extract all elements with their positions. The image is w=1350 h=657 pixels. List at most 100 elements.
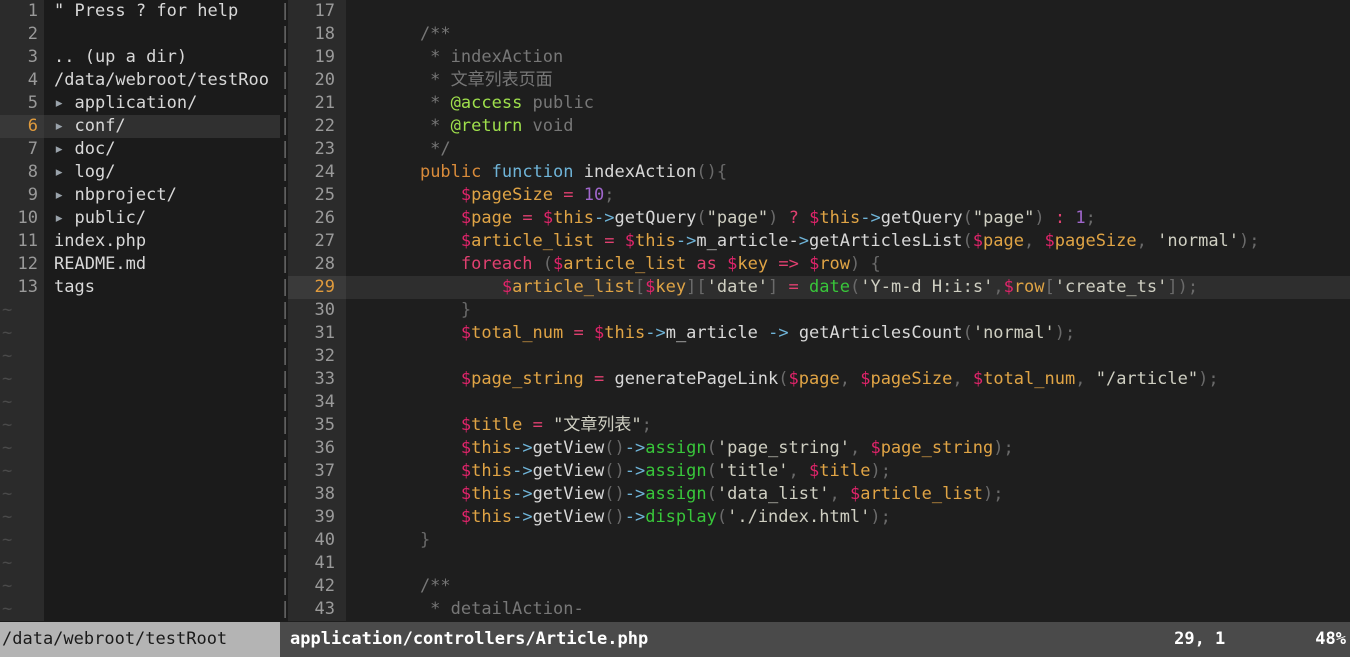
nerdtree-row-dir[interactable]: 6 ▸ conf/ [0,115,280,138]
code-line[interactable]: 30 } [288,299,1350,322]
code-line[interactable]: 22 * @return void [288,115,1350,138]
code-line[interactable]: 39 $this->getView()->display('./index.ht… [288,506,1350,529]
token-op: = [522,208,533,228]
code-line-number: 24 [288,161,346,184]
code-line[interactable]: 41 [288,552,1350,575]
token-punct: ; [1085,208,1096,228]
code-line[interactable]: 24 public function indexAction(){ [288,161,1350,184]
nerdtree-row-dir[interactable]: 10 ▸ public/ [0,207,280,230]
tilde-marker: ~ [0,368,44,391]
code-line[interactable]: 28 foreach ($article_list as $key => $ro… [288,253,1350,276]
token-str: "文章列表" [553,415,642,435]
token-sig: $ [860,369,871,389]
token-op: = [788,277,799,297]
nerdtree-row-file[interactable]: 13 tags [0,276,280,299]
token-sig: $ [501,277,513,297]
token-var: key [655,277,687,297]
code-line[interactable]: 36 $this->getView()->assign('page_string… [288,437,1350,460]
code-line-content: * detailAction- [346,598,584,621]
token-punct: , [993,277,1004,297]
nerdtree-empty-line: ~ [0,529,280,552]
token-str: 'data_list' [716,484,830,504]
code-line[interactable]: 19 * indexAction [288,46,1350,69]
nerdtree-row-help[interactable]: 1 " Press ? for help [0,0,280,23]
code-line[interactable]: 31 $total_num = $this->m_article -> getA… [288,322,1350,345]
code-line[interactable]: 32 [288,345,1350,368]
code-editor-pane[interactable]: 17 18 /** 19 * indexAction 20 * 文章列表页面 21 *… [288,0,1350,622]
token-fn: getQuery [880,208,963,228]
code-line[interactable]: 43 * detailAction- [288,598,1350,621]
token-op: = [532,415,543,435]
token-comment: */ [379,139,451,159]
code-line[interactable]: 23 */ [288,138,1350,161]
nerdtree-row-dir[interactable]: 5 ▸ application/ [0,92,280,115]
code-line[interactable]: 42 /** [288,575,1350,598]
token-fn: getView [532,507,605,527]
token-punct: ); [983,484,1004,504]
separator-glyph: | [280,139,288,159]
tilde-marker: ~ [0,575,44,598]
token-comment: * indexAction [379,47,564,67]
token-punct: (){ [696,162,728,182]
nerdtree-row-file[interactable]: 11 index.php [0,230,280,253]
code-line[interactable]: 25 $pageSize = 10; [288,184,1350,207]
token-op: = [604,231,615,251]
status-nerdtree-path: /data/webroot/testRoot [0,622,280,657]
nerdtree-row-updir[interactable]: 3 .. (up a dir) [0,46,280,69]
nerdtree-row-dir[interactable]: 7 ▸ doc/ [0,138,280,161]
nerdtree-row-root[interactable]: 4/data/webroot/testRoo [0,69,280,92]
nerdtree-row-dir[interactable]: 8 ▸ log/ [0,161,280,184]
code-line[interactable]: 35 $title = "文章列表"; [288,414,1350,437]
token-punct: ); [870,461,891,481]
nerdtree-sidebar[interactable]: 1 " Press ? for help 2 3.. (up a dir) 4/data… [0,0,280,622]
token-sig: $ [460,323,472,343]
nerdtree-line-number: 8 [0,161,44,184]
code-line-number: 40 [288,529,346,552]
code-line[interactable]: 21 * @access public [288,92,1350,115]
nerdtree-entry-label: index.php [54,231,147,251]
token-arrow: -> [512,461,533,481]
code-line[interactable]: 40 } [288,529,1350,552]
nerdtree-entry-label: ▸ public/ [54,208,147,228]
nerdtree-line-number: 3 [0,46,44,69]
code-line[interactable]: 27 $article_list = $this->m_article->get… [288,230,1350,253]
code-line[interactable]: 38 $this->getView()->assign('data_list',… [288,483,1350,506]
code-line[interactable]: 29 $article_list[$key]['date'] = date('Y… [288,276,1350,299]
code-line-number: 27 [288,230,346,253]
code-line[interactable]: 18 /** [288,23,1350,46]
token-var: title [819,461,871,481]
code-line[interactable]: 34 [288,391,1350,414]
token-sig: $ [460,415,472,435]
nerdtree-line-number: 9 [0,184,44,207]
code-line[interactable]: 26 $page = $this->getQuery("page") ? $th… [288,207,1350,230]
nerdtree-row-file[interactable]: 12 README.md [0,253,280,276]
nerdtree-row-dir[interactable]: 9 ▸ nbproject/ [0,184,280,207]
nerdtree-empty-line: ~ [0,506,280,529]
code-line-number: 28 [288,253,346,276]
status-line: /data/webroot/testRoot application/contr… [0,622,1350,657]
separator-glyph: | [280,277,288,297]
code-line[interactable]: 37 $this->getView()->assign('title', $ti… [288,460,1350,483]
code-line[interactable]: 33 $page_string = generatePageLink($page… [288,368,1350,391]
token-punct: ); [993,438,1014,458]
token-arrow: -> [624,484,646,504]
token-fn: getArticlesCount [798,323,963,343]
nerdtree-entry-label: ▸ doc/ [54,139,116,159]
separator-glyph: | [280,185,288,205]
separator-glyph: | [280,208,288,228]
nerdtree-row-blank[interactable]: 2 [0,23,280,46]
code-line[interactable]: 17 [288,0,1350,23]
code-line-content: } [346,299,471,322]
token-var: page_string [880,438,994,458]
code-line[interactable]: 20 * 文章列表页面 [288,69,1350,92]
code-line-number: 37 [288,460,346,483]
token-punct: ] [768,277,779,297]
